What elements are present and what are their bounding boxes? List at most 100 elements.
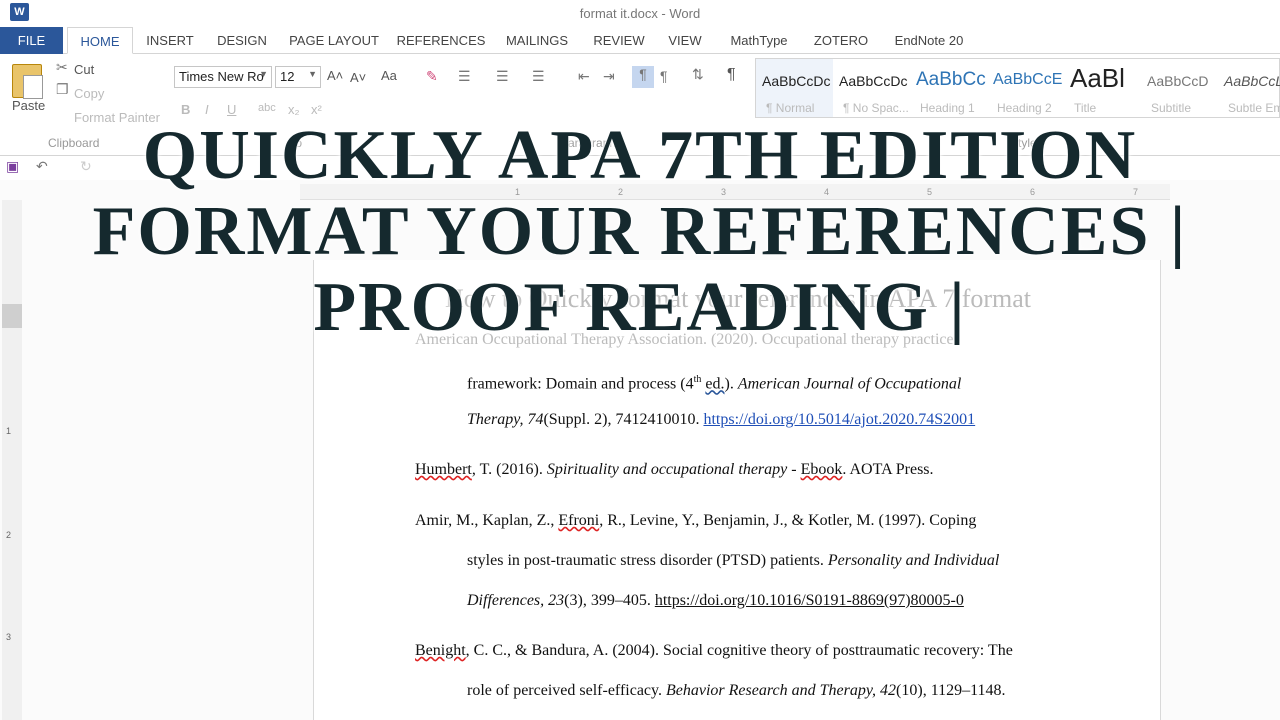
spelling-flagged-text: Benight [415, 642, 466, 659]
style-normal[interactable]: AaBbCcDc ¶ Normal [756, 59, 833, 117]
ruler-mark: 3 [6, 632, 12, 642]
ltr-icon[interactable]: ¶ [632, 66, 654, 88]
tab-design[interactable]: DESIGN [212, 27, 272, 54]
reference-text: , T. (2016). [471, 461, 547, 478]
reference-text: - [787, 461, 801, 478]
reference-line: Benight, C. C., & Bandura, A. (2004). So… [415, 641, 1013, 661]
journal-title: Behavior Research and Therapy [666, 682, 873, 699]
numbering-icon[interactable]: ☰ [496, 68, 509, 85]
tab-file[interactable]: FILE [0, 27, 63, 54]
reference-line: role of perceived self-efficacy. Behavio… [467, 681, 1006, 701]
reference-text: ). [724, 375, 738, 393]
ruler-mark: 2 [6, 530, 12, 540]
bullets-icon[interactable]: ☰ [458, 68, 471, 85]
spelling-flagged-text: Ebook [800, 461, 843, 478]
style-name: Heading 2 [997, 101, 1052, 115]
styles-gallery: AaBbCcDc ¶ Normal AaBbCcDc ¶ No Spac... … [755, 58, 1280, 118]
grow-font-button[interactable]: A˄ [327, 68, 343, 83]
multilevel-list-icon[interactable]: ☰ [532, 68, 545, 85]
style-name: Subtitle [1151, 101, 1192, 115]
tab-references[interactable]: REFERENCES [396, 27, 486, 54]
copy-button[interactable]: Copy [74, 86, 104, 101]
scissors-icon[interactable]: ✂ [56, 59, 68, 76]
show-formatting-button[interactable]: ¶ [727, 66, 736, 84]
tab-review[interactable]: REVIEW [588, 27, 650, 54]
reference-text: (10), 1129–1148. [896, 682, 1006, 699]
style-heading-2[interactable]: AaBbCcE Heading 2 [987, 59, 1064, 117]
doi-link[interactable]: https://doi.org/10.1016/S0191-8869(97)80… [655, 592, 964, 609]
superscript-button[interactable]: x² [311, 102, 322, 117]
reference-line: styles in post-traumatic stress disorder… [467, 551, 999, 571]
doi-link[interactable]: https://doi.org/10.5014/ajot.2020.74S200… [703, 411, 975, 428]
underline-button[interactable]: U [227, 102, 236, 117]
paste-button[interactable]: Paste [12, 98, 45, 113]
subscript-button[interactable]: x₂ [288, 102, 300, 117]
chevron-down-icon: ▼ [308, 69, 317, 79]
tab-home[interactable]: HOME [67, 27, 133, 54]
ruler-mark: 1 [6, 426, 12, 436]
reference-text: Amir, M., Kaplan, Z., [415, 512, 559, 529]
journal-volume: Therapy, 74 [467, 411, 544, 428]
book-title: Spirituality and occupational therapy [546, 461, 788, 478]
clear-formatting-icon[interactable]: ✎ [426, 68, 438, 85]
reference-line: framework: Domain and process (4th ed.).… [467, 370, 961, 394]
superscript-text: th [693, 374, 702, 385]
reference-text: . AOTA Press. [842, 461, 934, 478]
reference-line: Amir, M., Kaplan, Z., Efroni, R., Levine… [415, 511, 976, 531]
style-preview: AaBbCcD [1147, 73, 1209, 89]
bold-button[interactable]: B [181, 102, 190, 117]
change-case-button[interactable]: Aa [381, 68, 397, 83]
style-preview: AaBbCcDc [839, 73, 908, 89]
tab-page-layout[interactable]: PAGE LAYOUT [286, 27, 382, 54]
style-preview: AaBbCcL [1224, 73, 1280, 89]
style-no-spacing[interactable]: AaBbCcDc ¶ No Spac... [833, 59, 910, 117]
increase-indent-icon[interactable]: ⇥ [603, 68, 615, 85]
rtl-icon[interactable]: ¶ [660, 68, 668, 84]
reference-text: (3), 399–405. [564, 592, 655, 609]
style-name: ¶ No Spac... [843, 101, 909, 115]
window-title: format it.docx - Word [579, 6, 701, 21]
cut-button[interactable]: Cut [74, 62, 94, 77]
tab-zotero[interactable]: ZOTERO [808, 27, 874, 54]
font-size-select[interactable]: 12 ▼ [275, 66, 321, 88]
style-name: ¶ Normal [766, 101, 815, 115]
tab-endnote[interactable]: EndNote 20 [886, 27, 972, 54]
word-window: W format it.docx - Word FILE HOME INSERT… [0, 0, 1280, 720]
ribbon-tabs: FILE HOME INSERT DESIGN PAGE LAYOUT REFE… [0, 27, 1280, 54]
reference-text: , C. C., & Bandura, A. (2004). Social co… [465, 642, 1013, 659]
style-subtitle[interactable]: AaBbCcD Subtitle [1141, 59, 1218, 117]
style-subtle-emphasis[interactable]: AaBbCcL Subtle Em [1218, 59, 1280, 117]
paste-icon[interactable] [12, 64, 43, 99]
title-bar: W format it.docx - Word [0, 0, 1280, 26]
tab-insert[interactable]: INSERT [142, 27, 198, 54]
reference-text: role of perceived self-efficacy. [467, 682, 666, 699]
decrease-indent-icon[interactable]: ⇤ [578, 68, 590, 85]
tab-mailings[interactable]: MAILINGS [500, 27, 574, 54]
italic-button[interactable]: I [205, 102, 209, 117]
font-name-value: Times New Ro [179, 69, 264, 84]
reference-text: framework: Domain and process (4 [467, 375, 694, 393]
font-name-select[interactable]: Times New Ro ▼ [174, 66, 272, 88]
reference-line: Humbert, T. (2016). Spirituality and occ… [415, 460, 934, 480]
reference-line: Therapy, 74(Suppl. 2), 7412410010. https… [467, 410, 975, 430]
style-preview: AaBbCcDc [762, 73, 831, 89]
tab-view[interactable]: VIEW [662, 27, 708, 54]
video-title-overlay: QUICKLY APA 7TH EDITION FORMAT YOUR REFE… [0, 118, 1280, 346]
journal-title: American Journal of Occupational [737, 375, 962, 393]
tab-mathtype[interactable]: MathType [722, 27, 796, 54]
copy-icon[interactable]: ❐ [56, 81, 69, 98]
style-title[interactable]: AaBl Title [1064, 59, 1141, 117]
style-heading-1[interactable]: AaBbCc Heading 1 [910, 59, 987, 117]
style-name: Title [1074, 101, 1097, 115]
chevron-down-icon: ▼ [259, 69, 268, 79]
spelling-flagged-text: Efroni [558, 512, 600, 529]
reference-text: (Suppl. 2), 7412410010. [543, 411, 704, 428]
journal-volume: Differences, 23 [467, 592, 565, 609]
strikethrough-button[interactable]: abc [258, 102, 276, 114]
sort-icon[interactable]: ⇅ [692, 66, 704, 83]
style-name: Heading 1 [920, 101, 975, 115]
style-preview: AaBbCcE [993, 71, 1063, 88]
spelling-flagged-text: Humbert [415, 461, 472, 478]
journal-title: Personality and Individual [827, 552, 1000, 569]
shrink-font-button[interactable]: A˅ [350, 70, 366, 85]
